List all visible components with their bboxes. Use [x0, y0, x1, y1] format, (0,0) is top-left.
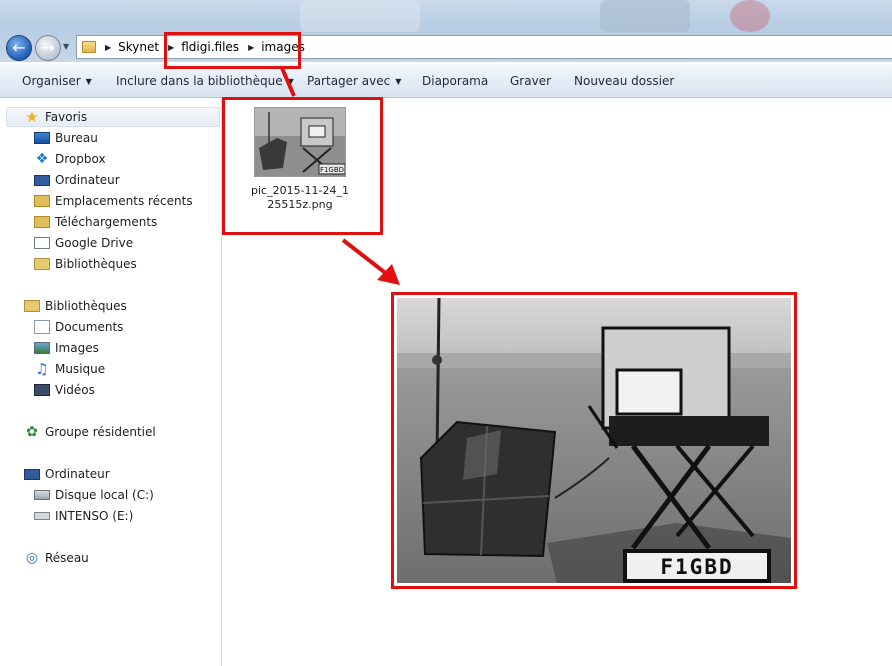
preview-plate-text: F1GBD: [660, 555, 733, 579]
zoomed-preview: F1GBD: [391, 292, 797, 589]
annotation-arrow-line: [341, 238, 390, 277]
annotation-connector: [280, 67, 296, 97]
preview-photo: F1GBD: [397, 298, 791, 583]
